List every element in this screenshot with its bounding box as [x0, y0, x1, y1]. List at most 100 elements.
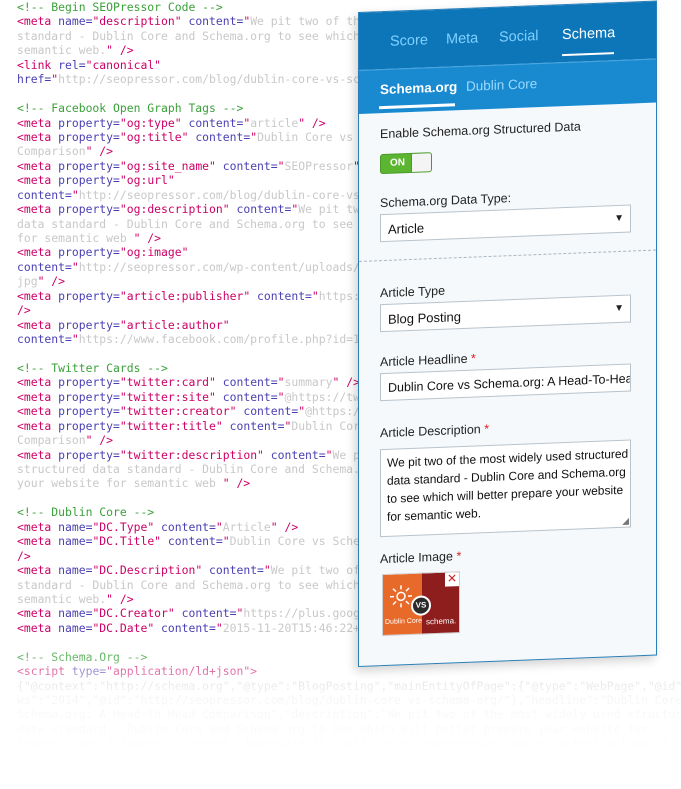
active-subtab-indicator: [379, 103, 455, 110]
code-token: content=: [222, 389, 278, 404]
resize-grip-icon[interactable]: ◢: [622, 516, 629, 527]
data-type-value: Article: [388, 220, 425, 237]
code-token: rel=: [58, 57, 86, 72]
code-token: " />: [106, 591, 134, 606]
tab-meta[interactable]: Meta: [446, 30, 478, 47]
code-token: content=: [209, 563, 264, 578]
code-token: "DC.Type": [92, 519, 162, 534]
article-type-value: Blog Posting: [388, 309, 461, 327]
thumbnail-left-text: Dublin Core: [385, 617, 422, 626]
code-token: " />: [332, 375, 360, 390]
subtab-schema-org[interactable]: Schema.org: [380, 79, 457, 97]
code-token: "article:author": [119, 317, 230, 332]
code-line: Schema.org: A Head-To-Head Comparison","…: [17, 707, 681, 721]
code-token: property=: [58, 202, 120, 217]
code-token: property=: [58, 288, 120, 303]
caret-down-icon: ▼: [614, 302, 624, 315]
code-token: content=: [161, 620, 216, 635]
code-token: ": [71, 259, 79, 274]
code-token: ": [277, 389, 285, 404]
code-token: <meta: [17, 563, 59, 578]
code-token: ": [71, 332, 79, 347]
code-token: "DC.Title": [92, 534, 168, 549]
close-icon[interactable]: ✕: [445, 571, 459, 587]
code-token: ": [263, 563, 271, 578]
code-token: property=: [58, 389, 120, 404]
code-token: " />: [133, 231, 162, 245]
description-textarea[interactable]: We pit two of the most widely used struc…: [380, 439, 631, 538]
required-mark: *: [484, 421, 490, 437]
code-token: property=: [58, 129, 120, 144]
code-token: name=: [58, 563, 93, 578]
dublin-core-logo-icon: [390, 585, 412, 608]
code-token: <meta: [17, 418, 59, 433]
code-token: <meta: [17, 534, 59, 549]
code-token: name=: [58, 620, 93, 635]
caret-down-icon: ▼: [614, 212, 624, 225]
headline-label-text: Article Headline: [380, 351, 468, 370]
tab-social[interactable]: Social: [499, 28, 539, 46]
code-line: data standard - Dublin Core and Schema.o…: [17, 722, 681, 736]
code-token: <!-- Facebook Open Graph Tags -->: [17, 101, 244, 116]
code-token: content=: [236, 202, 292, 217]
code-token: <!-- Dublin Core -->: [17, 505, 155, 520]
code-token: semantic web.: [17, 591, 107, 606]
code-token: "DC.Description": [92, 563, 210, 578]
code-token: />: [17, 303, 31, 318]
code-token: <meta: [17, 620, 59, 635]
article-type-select[interactable]: Blog Posting ▼: [380, 294, 631, 333]
seo-plugin-panel: Score Meta Social Schema Schema.org Dubl…: [358, 0, 657, 668]
code-token: property=: [58, 245, 120, 260]
code-token: semantic web.: [17, 43, 107, 58]
code-token: <meta: [17, 317, 59, 332]
code-token: property=: [58, 447, 120, 462]
tab-schema[interactable]: Schema: [562, 25, 615, 43]
code-token: ": [71, 187, 79, 202]
headline-label: Article Headline *: [380, 351, 476, 369]
toggle-state-text: ON: [390, 157, 405, 169]
enable-schema-label: Enable Schema.org Structured Data: [380, 119, 581, 142]
code-token: Comparison: [17, 144, 86, 159]
code-token: " />: [37, 274, 66, 289]
data-type-select[interactable]: Article ▼: [380, 204, 631, 243]
code-token: Schema.org: A Head-To-Head Comparison","…: [17, 707, 681, 722]
code-token: ": [277, 158, 285, 173]
code-line: {"@context":"http://schema.org","@type":…: [17, 679, 681, 693]
description-label: Article Description *: [380, 422, 489, 440]
code-token: content=: [188, 115, 244, 130]
tab-score[interactable]: Score: [390, 32, 428, 49]
code-line: semantic web.","image":{"@type":"ImageOb…: [17, 736, 681, 750]
code-token: ": [277, 375, 285, 390]
code-token: "DC.Creator": [92, 606, 182, 621]
code-token: content=: [167, 534, 223, 549]
code-token: " />: [85, 144, 114, 159]
code-token: ": [215, 620, 223, 635]
subtab-dublin-core[interactable]: Dublin Core: [466, 76, 537, 94]
code-token: "twitter:description": [119, 447, 271, 462]
code-token: "twitter:creator": [119, 404, 244, 419]
code-token: Article: [222, 519, 271, 534]
code-token: name=: [58, 606, 93, 621]
code-token: <meta: [17, 115, 59, 130]
code-token: content=: [270, 447, 326, 462]
code-token: "twitter:card": [119, 375, 223, 390]
code-token: jpg: [17, 274, 38, 289]
code-token: ": [215, 519, 223, 534]
code-token: <meta: [17, 375, 59, 390]
code-token: <link: [17, 57, 59, 72]
code-token: " />: [222, 476, 251, 491]
code-token: <meta: [17, 129, 59, 144]
enable-schema-toggle[interactable]: ON: [380, 152, 432, 175]
code-token: ": [222, 534, 230, 549]
code-token: ": [325, 447, 333, 462]
headline-input[interactable]: Dublin Core vs Schema.org: A Head-To-Hea…: [380, 363, 631, 402]
code-token: property=: [58, 418, 120, 433]
code-token: <script: [17, 664, 72, 679]
code-token: your website for semantic web: [17, 476, 223, 491]
article-image-thumbnail[interactable]: Dublin Core schema. VS ✕: [382, 571, 460, 637]
code-token: summary: [284, 375, 333, 390]
code-token: <meta: [17, 173, 59, 188]
code-token: "twitter:site": [119, 389, 223, 404]
code-token: "canonical": [85, 57, 162, 72]
